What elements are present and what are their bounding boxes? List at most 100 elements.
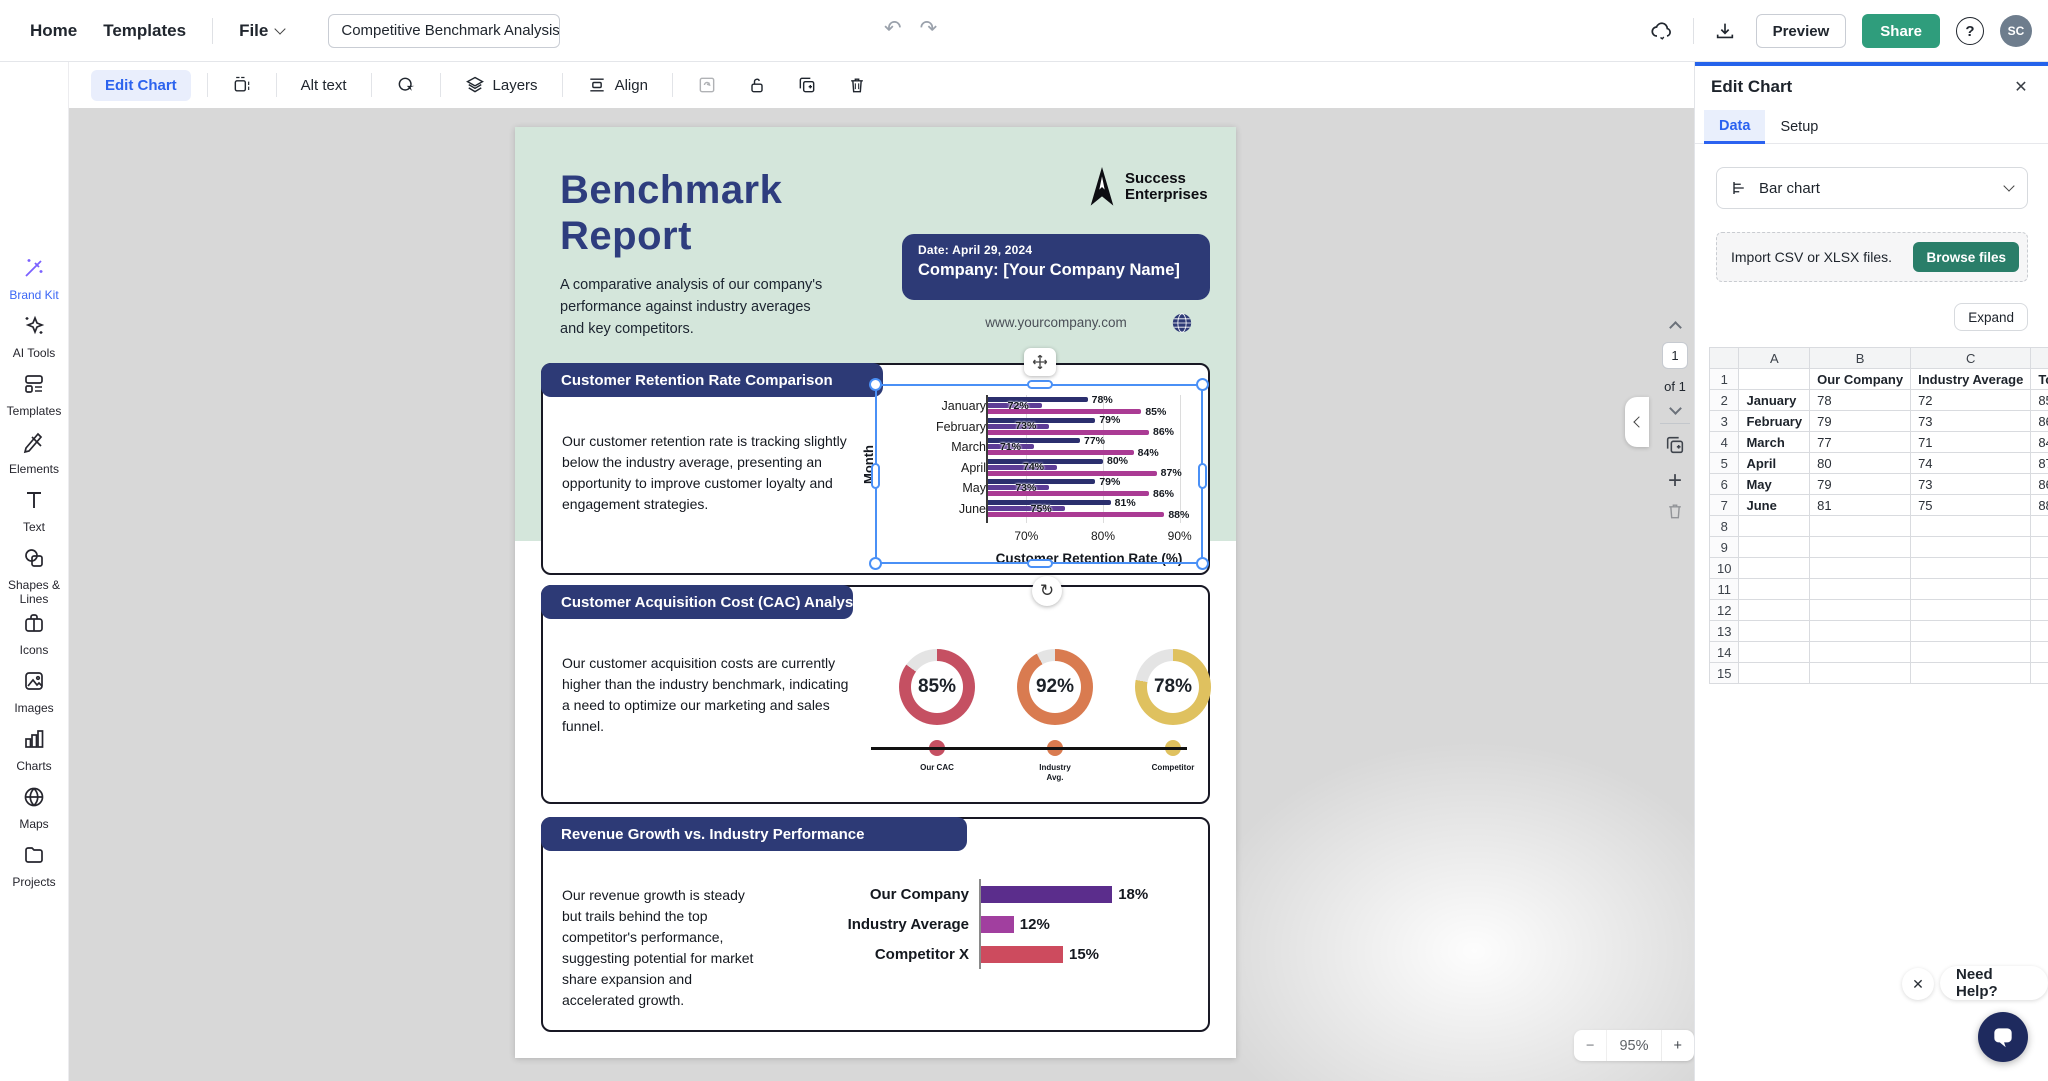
sheet-cell[interactable] [2031, 537, 2048, 558]
section-revenue-body[interactable]: Our revenue growth is steady but trails … [562, 885, 762, 1011]
help-icon[interactable]: ? [1956, 17, 1984, 45]
sheet-cell[interactable]: February [1739, 411, 1810, 432]
sheet-cell[interactable] [2031, 600, 2048, 621]
sheet-cell[interactable] [1911, 600, 2031, 621]
sidebar-item-projects[interactable]: Projects [0, 839, 69, 897]
sheet-cell[interactable]: 87 [2031, 453, 2048, 474]
resize-handle-nw[interactable] [869, 378, 882, 391]
row-number[interactable]: 7 [1710, 495, 1739, 516]
column-letter[interactable]: D [2031, 348, 2048, 369]
document-page[interactable]: Benchmark Report A comparative analysis … [515, 127, 1236, 1058]
align-button[interactable]: Align [579, 69, 656, 101]
sidebar-item-icons[interactable]: Icons [0, 607, 69, 665]
sheet-cell[interactable]: 80 [1810, 453, 1911, 474]
row-number[interactable]: 3 [1710, 411, 1739, 432]
tab-setup[interactable]: Setup [1765, 110, 1833, 144]
row-number[interactable]: 6 [1710, 474, 1739, 495]
sheet-cell[interactable]: 81 [1810, 495, 1911, 516]
file-menu[interactable]: File [239, 21, 284, 41]
row-number[interactable]: 10 [1710, 558, 1739, 579]
undo-icon[interactable]: ↶ [884, 16, 902, 41]
layers-button[interactable]: Layers [457, 69, 546, 101]
sheet-cell[interactable] [1810, 579, 1911, 600]
sheet-cell[interactable]: 77 [1810, 432, 1911, 453]
section-retention-body[interactable]: Our customer retention rate is tracking … [562, 431, 854, 515]
zoom-in-button[interactable]: + [1661, 1030, 1694, 1061]
share-button[interactable]: Share [1862, 14, 1940, 48]
sheet-cell[interactable]: January [1739, 390, 1810, 411]
download-icon[interactable] [1710, 16, 1740, 46]
row-number[interactable]: 15 [1710, 663, 1739, 684]
row-number[interactable]: 14 [1710, 642, 1739, 663]
row-number[interactable]: 9 [1710, 537, 1739, 558]
data-spreadsheet[interactable]: ABCD1Our CompanyIndustry AverageTop Comp… [1709, 347, 2048, 684]
sheet-cell[interactable] [1911, 642, 2031, 663]
zoom-level[interactable]: 95% [1606, 1030, 1660, 1061]
sheet-cell[interactable]: 85 [2031, 390, 2048, 411]
delete-icon[interactable] [839, 69, 875, 101]
avatar[interactable]: SC [2000, 15, 2032, 47]
edit-chart-button[interactable]: Edit Chart [91, 70, 191, 101]
sheet-cell[interactable] [1810, 663, 1911, 684]
report-subtitle[interactable]: A comparative analysis of our company's … [560, 275, 832, 340]
sheet-cell[interactable] [1810, 516, 1911, 537]
close-icon[interactable]: ✕ [2010, 76, 2032, 98]
sheet-cell[interactable] [1739, 537, 1810, 558]
sheet-cell[interactable] [1739, 369, 1810, 390]
lock-icon[interactable] [739, 69, 775, 101]
sheet-cell[interactable] [1911, 516, 2031, 537]
rotate-handle-icon[interactable]: ↻ [1032, 576, 1062, 606]
page-up-icon[interactable] [1669, 321, 1682, 334]
redo-icon[interactable]: ↷ [920, 16, 938, 41]
row-number[interactable]: 13 [1710, 621, 1739, 642]
home-link[interactable]: Home [30, 21, 77, 41]
sheet-cell[interactable]: Top Competitor [2031, 369, 2048, 390]
sidebar-item-text[interactable]: Text [0, 484, 69, 542]
need-help-button[interactable]: Need Help? [1940, 966, 2048, 1000]
resize-handle-e[interactable] [1198, 463, 1207, 489]
report-title[interactable]: Benchmark Report [560, 167, 820, 259]
column-letter[interactable]: A [1739, 348, 1810, 369]
column-letter[interactable]: B [1810, 348, 1911, 369]
sheet-cell[interactable] [1739, 621, 1810, 642]
sheet-cell[interactable] [1810, 642, 1911, 663]
templates-link[interactable]: Templates [103, 21, 186, 41]
resize-icon[interactable] [224, 69, 260, 101]
sheet-cell[interactable] [2031, 642, 2048, 663]
row-number[interactable]: 2 [1710, 390, 1739, 411]
row-number[interactable]: 12 [1710, 600, 1739, 621]
sheet-cell[interactable] [2031, 558, 2048, 579]
duplicate-icon[interactable] [789, 69, 825, 101]
browse-files-button[interactable]: Browse files [1913, 242, 2019, 272]
sheet-cell[interactable]: 74 [1911, 453, 2031, 474]
row-number[interactable]: 11 [1710, 579, 1739, 600]
page-down-icon[interactable] [1669, 402, 1682, 415]
sheet-cell[interactable] [1810, 558, 1911, 579]
sheet-cell[interactable]: 84 [2031, 432, 2048, 453]
sheet-cell[interactable] [1739, 516, 1810, 537]
sheet-cell[interactable] [1911, 558, 2031, 579]
document-title-input[interactable]: Competitive Benchmark Analysis ... [328, 14, 560, 48]
sidebar-item-templates[interactable]: Templates [0, 368, 69, 426]
row-number[interactable]: 5 [1710, 453, 1739, 474]
sheet-cell[interactable]: 86 [2031, 474, 2048, 495]
resize-handle-se[interactable] [1196, 557, 1209, 570]
expand-button[interactable]: Expand [1954, 303, 2028, 331]
sheet-cell[interactable]: 72 [1911, 390, 2031, 411]
row-number[interactable]: 4 [1710, 432, 1739, 453]
resize-handle-s[interactable] [1027, 559, 1053, 568]
company-logo[interactable]: Success Enterprises [1087, 167, 1208, 207]
sheet-cell[interactable]: 75 [1911, 495, 2031, 516]
sheet-cell[interactable]: April [1739, 453, 1810, 474]
row-number[interactable]: 1 [1710, 369, 1739, 390]
sheet-cell[interactable]: Our Company [1810, 369, 1911, 390]
preview-button[interactable]: Preview [1756, 14, 1847, 48]
sheet-cell[interactable] [1810, 621, 1911, 642]
sheet-cell[interactable]: 79 [1810, 474, 1911, 495]
section-cac-body[interactable]: Our customer acquisition costs are curre… [562, 653, 854, 737]
sheet-cell[interactable]: March [1739, 432, 1810, 453]
sidebar-item-ai-tools[interactable]: AI Tools [0, 310, 69, 368]
sheet-cell[interactable] [2031, 579, 2048, 600]
sidebar-item-brand-kit[interactable]: Brand Kit [0, 252, 69, 310]
sheet-cell[interactable] [1810, 537, 1911, 558]
